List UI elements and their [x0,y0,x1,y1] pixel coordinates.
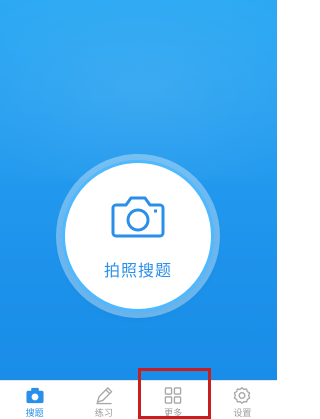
tab-label: 更多 [164,409,183,419]
camera-icon [26,387,44,404]
grid-icon [164,387,182,404]
app-screen: 拍照搜题 搜题 练习 更多 设置 [0,0,277,419]
tab-settings[interactable]: 设置 [208,381,277,419]
background-glow [0,0,277,180]
photo-search-button[interactable]: 拍照搜题 [62,160,214,312]
photo-search-label: 拍照搜题 [103,261,172,280]
gear-icon [234,387,251,404]
tab-search[interactable]: 搜题 [0,381,69,419]
tab-label: 练习 [94,409,113,419]
bottom-tab-bar: 搜题 练习 更多 设置 [0,380,277,419]
tab-practice[interactable]: 练习 [69,381,138,419]
tab-label: 搜题 [25,409,44,419]
camera-icon [111,196,165,238]
tab-label: 设置 [233,409,252,419]
pen-icon [96,387,113,405]
tab-more[interactable]: 更多 [139,381,208,419]
